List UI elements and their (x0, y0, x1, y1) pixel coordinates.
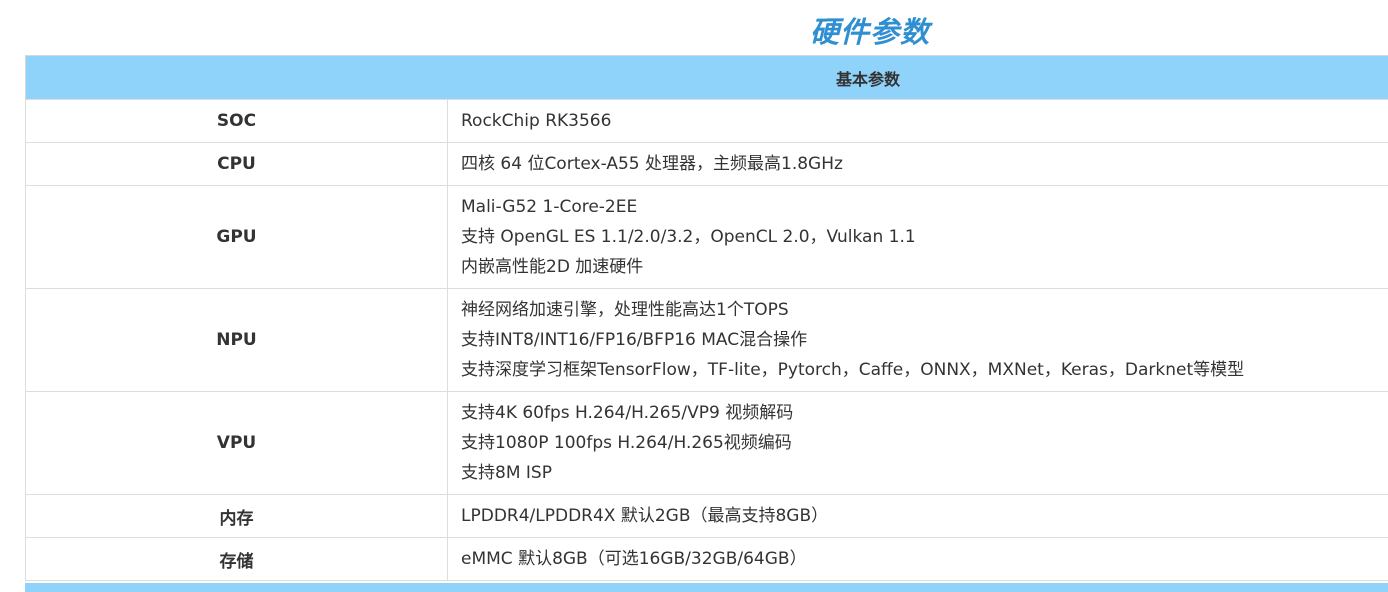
value-line: 内嵌高性能2D 加速硬件 (461, 257, 644, 277)
table-row-memory: 内存 LPDDR4/LPDDR4X 默认2GB（最高支持8GB） (25, 494, 1388, 538)
row-label: SOC (25, 99, 448, 143)
value-line: 神经网络加速引擎，处理性能高达1个TOPS (461, 300, 789, 320)
row-value: eMMC 默认8GB（可选16GB/32GB/64GB） (447, 537, 1388, 581)
table-row-gpu: GPU Mali-G52 1-Core-2EE 支持 OpenGL ES 1.1… (25, 185, 1388, 289)
row-value: 四核 64 位Cortex-A55 处理器，主频最高1.8GHz (447, 142, 1388, 186)
row-label: 存储 (25, 537, 448, 581)
value-line: 支持1080P 100fps H.264/H.265视频编码 (461, 433, 792, 453)
table-row-soc: SOC RockChip RK3566 (25, 99, 1388, 143)
value-line: 支持INT8/INT16/FP16/BFP16 MAC混合操作 (461, 330, 808, 350)
value-line: eMMC 默认8GB（可选16GB/32GB/64GB） (461, 549, 807, 569)
value-line: 四核 64 位Cortex-A55 处理器，主频最高1.8GHz (461, 154, 843, 174)
row-label: 内存 (25, 494, 448, 538)
row-label: GPU (25, 185, 448, 289)
value-line: 支持 OpenGL ES 1.1/2.0/3.2，OpenCL 2.0，Vulk… (461, 227, 916, 247)
value-line: RockChip RK3566 (461, 111, 612, 131)
table-row-vpu: VPU 支持4K 60fps H.264/H.265/VP9 视频解码 支持10… (25, 391, 1388, 495)
row-label: NPU (25, 288, 448, 392)
value-line: LPDDR4/LPDDR4X 默认2GB（最高支持8GB） (461, 506, 829, 526)
table-header-label: 基本参数 (836, 69, 901, 89)
table-row-npu: NPU 神经网络加速引擎，处理性能高达1个TOPS 支持INT8/INT16/F… (25, 288, 1388, 392)
value-line: 支持8M ISP (461, 463, 552, 483)
row-value: 支持4K 60fps H.264/H.265/VP9 视频解码 支持1080P … (447, 391, 1388, 495)
spec-table: 基本参数 SOC RockChip RK3566 CPU 四核 64 位Cort… (25, 55, 1388, 581)
row-value: LPDDR4/LPDDR4X 默认2GB（最高支持8GB） (447, 494, 1388, 538)
table-header: 基本参数 (25, 55, 1388, 100)
value-line: 支持深度学习框架TensorFlow，TF-lite，Pytorch，Caffe… (461, 360, 1245, 380)
table-header-row: 基本参数 (25, 55, 1388, 100)
value-line: 支持4K 60fps H.264/H.265/VP9 视频解码 (461, 403, 794, 423)
row-value: RockChip RK3566 (447, 99, 1388, 143)
row-value: Mali-G52 1-Core-2EE 支持 OpenGL ES 1.1/2.0… (447, 185, 1388, 289)
row-label: CPU (25, 142, 448, 186)
value-line: Mali-G52 1-Core-2EE (461, 197, 638, 217)
row-label: VPU (25, 391, 448, 495)
row-value: 神经网络加速引擎，处理性能高达1个TOPS 支持INT8/INT16/FP16/… (447, 288, 1388, 392)
table-row-cpu: CPU 四核 64 位Cortex-A55 处理器，主频最高1.8GHz (25, 142, 1388, 186)
table-footer-bar (25, 583, 1388, 592)
table-row-storage: 存储 eMMC 默认8GB（可选16GB/32GB/64GB） (25, 537, 1388, 581)
page-title: 硬件参数 (809, 15, 930, 49)
